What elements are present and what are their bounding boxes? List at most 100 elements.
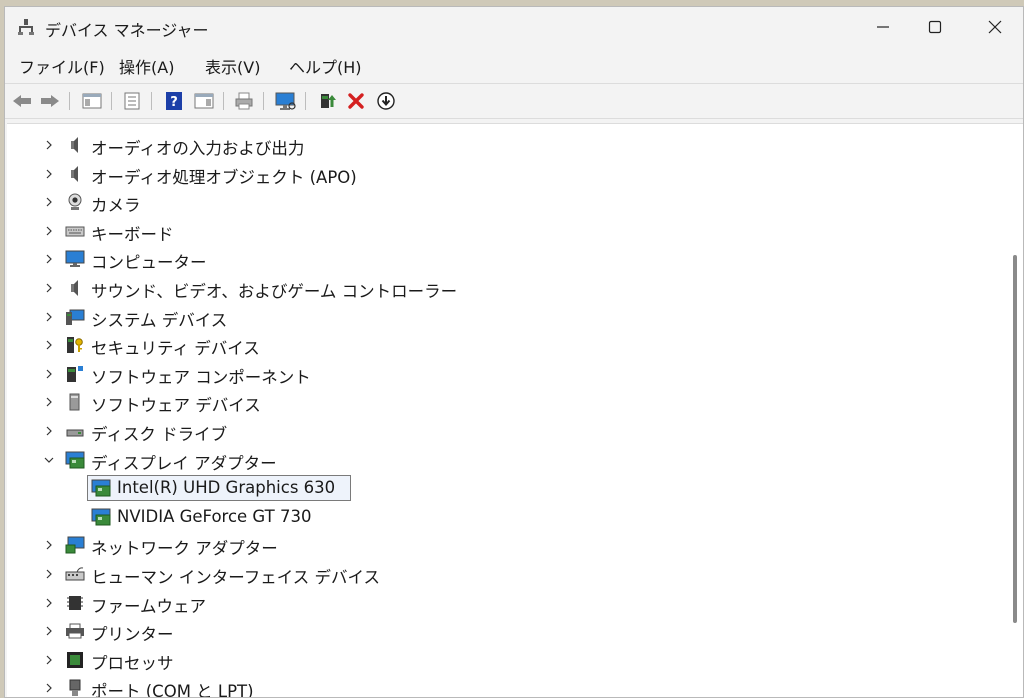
- chevron-down-icon[interactable]: [43, 454, 55, 466]
- minimize-button[interactable]: [855, 7, 911, 47]
- menu-view[interactable]: 表示(V): [203, 54, 262, 78]
- display-adapter-icon: [65, 451, 85, 469]
- tree-category-label: ポート (COM と LPT): [91, 682, 254, 698]
- menu-file[interactable]: ファイル(F): [17, 54, 107, 78]
- vertical-scrollbar-thumb[interactable]: [1013, 255, 1017, 623]
- toolbar-separator: [223, 92, 224, 110]
- console-tree-icon: [82, 93, 102, 109]
- chevron-right-icon[interactable]: [43, 311, 55, 323]
- chevron-right-icon[interactable]: [43, 253, 55, 265]
- close-window-button[interactable]: [967, 7, 1023, 47]
- down-arrow-circle-icon: [377, 92, 395, 110]
- processor-icon: [65, 651, 85, 669]
- toolbar-separator: [111, 92, 112, 110]
- tree-category-label: ソフトウェア デバイス: [91, 396, 261, 416]
- chevron-right-icon[interactable]: [43, 654, 55, 666]
- properties-sheet-icon: [124, 92, 140, 110]
- close-icon: [988, 20, 1002, 34]
- speaker-icon: [65, 165, 85, 183]
- tree-category-row[interactable]: ヒューマン インターフェイス デバイス: [7, 560, 997, 588]
- tree-device-label: Intel(R) UHD Graphics 630: [117, 478, 336, 498]
- tree-category-label: キーボード: [91, 224, 174, 244]
- print-button[interactable]: [233, 90, 255, 112]
- tree-category-label: プリンター: [91, 625, 174, 645]
- tree-category-row[interactable]: オーディオの入力および出力: [7, 131, 997, 159]
- keyboard-icon: [65, 222, 85, 240]
- title-bar: デバイス マネージャー: [5, 7, 1023, 47]
- properties-button[interactable]: [121, 90, 143, 112]
- chevron-right-icon[interactable]: [43, 396, 55, 408]
- window-title: デバイス マネージャー: [45, 21, 209, 40]
- download-driver-button[interactable]: [375, 90, 397, 112]
- tree-category-label: ディスク ドライブ: [91, 425, 228, 444]
- firmware-chip-icon: [65, 594, 85, 612]
- back-button[interactable]: [11, 90, 33, 112]
- tree-category-row[interactable]: ポート (COM と LPT): [7, 674, 997, 698]
- chevron-right-icon[interactable]: [43, 168, 55, 180]
- maximize-button[interactable]: [907, 7, 963, 47]
- menu-action[interactable]: 操作(A): [117, 54, 176, 78]
- chevron-right-icon[interactable]: [43, 539, 55, 551]
- tree-category-row[interactable]: セキュリティ デバイス: [7, 331, 997, 359]
- tree-category-label: オーディオの入力および出力: [91, 139, 305, 158]
- tree-category-row[interactable]: オーディオ処理オブジェクト (APO): [7, 160, 997, 188]
- tree-device-row[interactable]: Intel(R) UHD Graphics 630: [7, 474, 997, 502]
- show-hide-console-tree-button[interactable]: [81, 90, 103, 112]
- device-tree: オーディオの入力および出力オーディオ処理オブジェクト (APO) カメラキーボード…: [7, 123, 1023, 697]
- chevron-right-icon[interactable]: [43, 682, 55, 694]
- software-component-icon: [65, 365, 85, 383]
- tree-category-row[interactable]: キーボード: [7, 217, 997, 245]
- update-driver-button[interactable]: [317, 90, 339, 112]
- help-button[interactable]: ?: [163, 90, 185, 112]
- tree-category-row[interactable]: ディスプレイ アダプター: [7, 446, 997, 474]
- tree-device-row[interactable]: NVIDIA GeForce GT 730: [7, 503, 997, 531]
- chevron-right-icon[interactable]: [43, 568, 55, 580]
- disk-drive-icon: [65, 422, 85, 440]
- chevron-right-icon[interactable]: [43, 368, 55, 380]
- port-icon: [65, 679, 85, 697]
- menu-bar: ファイル(F) 操作(A) 表示(V) ヘルプ(H): [5, 49, 1023, 79]
- tree-category-row[interactable]: プロセッサ: [7, 646, 997, 674]
- tree-category-label: ヒューマン インターフェイス デバイス: [91, 568, 381, 587]
- tree-category-row[interactable]: システム デバイス: [7, 303, 997, 331]
- tree-category-label: ファームウェア: [91, 596, 207, 616]
- network-adapter-icon: [65, 536, 85, 554]
- toolbar-separator: [69, 92, 70, 110]
- chevron-right-icon[interactable]: [43, 625, 55, 637]
- uninstall-device-button[interactable]: [345, 90, 367, 112]
- minimize-icon: [877, 26, 889, 28]
- tree-category-row[interactable]: サウンド、ビデオ、およびゲーム コントローラー: [7, 274, 997, 302]
- scan-hardware-changes-button[interactable]: [275, 90, 297, 112]
- toolbar-separator: [151, 92, 152, 110]
- display-adapter-icon: [91, 479, 111, 497]
- tree-category-label: セキュリティ デバイス: [91, 339, 260, 359]
- chevron-right-icon[interactable]: [43, 597, 55, 609]
- tree-category-row[interactable]: プリンター: [7, 617, 997, 645]
- tree-category-label: システム デバイス: [91, 310, 228, 330]
- forward-button[interactable]: [39, 90, 61, 112]
- back-arrow-icon: [13, 95, 31, 107]
- tree-category-row[interactable]: コンピューター: [7, 245, 997, 273]
- chevron-right-icon[interactable]: [43, 225, 55, 237]
- chevron-right-icon[interactable]: [43, 425, 55, 437]
- printer-icon: [65, 622, 85, 640]
- chevron-right-icon[interactable]: [43, 139, 55, 151]
- scan-monitor-icon: [275, 92, 296, 110]
- help-question-icon: ?: [166, 92, 182, 110]
- tree-category-row[interactable]: ファームウェア: [7, 589, 997, 617]
- menu-help[interactable]: ヘルプ(H): [287, 54, 364, 78]
- tree-category-label: ソフトウェア コンポーネント: [91, 367, 311, 387]
- chevron-right-icon[interactable]: [43, 196, 55, 208]
- tree-category-row[interactable]: カメラ: [7, 188, 997, 216]
- tree-category-row[interactable]: ネットワーク アダプター: [7, 531, 997, 559]
- maximize-icon: [928, 20, 942, 34]
- tree-category-row[interactable]: ディスク ドライブ: [7, 417, 997, 445]
- display-adapter-icon: [91, 508, 111, 526]
- chevron-right-icon[interactable]: [43, 282, 55, 294]
- tree-category-row[interactable]: ソフトウェア デバイス: [7, 388, 997, 416]
- chevron-right-icon[interactable]: [43, 339, 55, 351]
- tree-category-row[interactable]: ソフトウェア コンポーネント: [7, 360, 997, 388]
- monitor-icon: [65, 250, 85, 268]
- tree-category-label: カメラ: [91, 196, 141, 216]
- action-pane-button[interactable]: [193, 90, 215, 112]
